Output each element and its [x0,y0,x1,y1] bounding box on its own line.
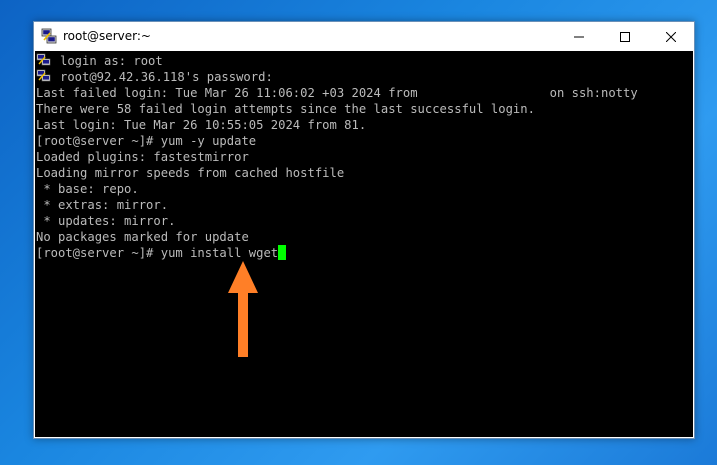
terminal-line-text: * base: repo. [36,182,139,196]
title-bar[interactable]: root@server:~ [34,22,694,51]
terminal-line-text: [root@server ~]# yum -y update [36,134,257,148]
terminal-lines: login as: root root@92.42.36.118's passwo… [36,53,638,261]
putty-key-icon [36,69,52,83]
terminal-line: * base: repo. [36,181,638,197]
minimize-button[interactable] [556,22,602,51]
terminal-line-text: root@92.42.36.118's password: [60,70,273,84]
maximize-icon [620,31,630,42]
terminal-line: Last login: Tue Mar 26 10:55:05 2024 fro… [36,117,638,133]
terminal-line-text: There were 58 failed login attempts sinc… [36,102,535,116]
terminal-line: Loaded plugins: fastestmirror [36,149,638,165]
terminal-line: No packages marked for update [36,229,638,245]
terminal-line: * extras: mirror. [36,197,638,213]
close-icon [666,31,676,42]
terminal-cursor [278,245,287,260]
terminal-line: Last failed login: Tue Mar 26 11:06:02 +… [36,85,638,101]
terminal-line: [root@server ~]# yum -y update [36,133,638,149]
terminal-line-text: * updates: mirror. [36,214,176,228]
terminal-line: Loading mirror speeds from cached hostfi… [36,165,638,181]
putty-app-icon [41,28,57,44]
terminal-line-text: Last login: Tue Mar 26 10:55:05 2024 fro… [36,118,367,132]
terminal-window[interactable]: root@server:~ login as: root root@92.42.3… [33,21,695,439]
terminal-line-text: Loaded plugins: fastestmirror [36,150,249,164]
terminal-line: [root@server ~]# yum install wget [36,245,638,261]
terminal-line-text: Last failed login: Tue Mar 26 11:06:02 +… [36,86,638,100]
terminal-output[interactable]: login as: root root@92.42.36.118's passwo… [35,51,693,437]
close-button[interactable] [648,22,694,51]
terminal-line-text: No packages marked for update [36,230,249,244]
terminal-line-text: * extras: mirror. [36,198,169,212]
arrow-up-annotation-icon [228,261,258,357]
maximize-button[interactable] [602,22,648,51]
terminal-line: There were 58 failed login attempts sinc… [36,101,638,117]
minimize-icon [574,36,584,37]
window-title: root@server:~ [63,29,151,43]
terminal-line-text: Loading mirror speeds from cached hostfi… [36,166,345,180]
terminal-line: * updates: mirror. [36,213,638,229]
terminal-line-text: login as: root [60,54,163,68]
putty-key-icon [36,53,52,67]
terminal-line-text: [root@server ~]# yum install wget [36,246,279,260]
terminal-line: login as: root [36,53,638,69]
terminal-line: root@92.42.36.118's password: [36,69,638,85]
